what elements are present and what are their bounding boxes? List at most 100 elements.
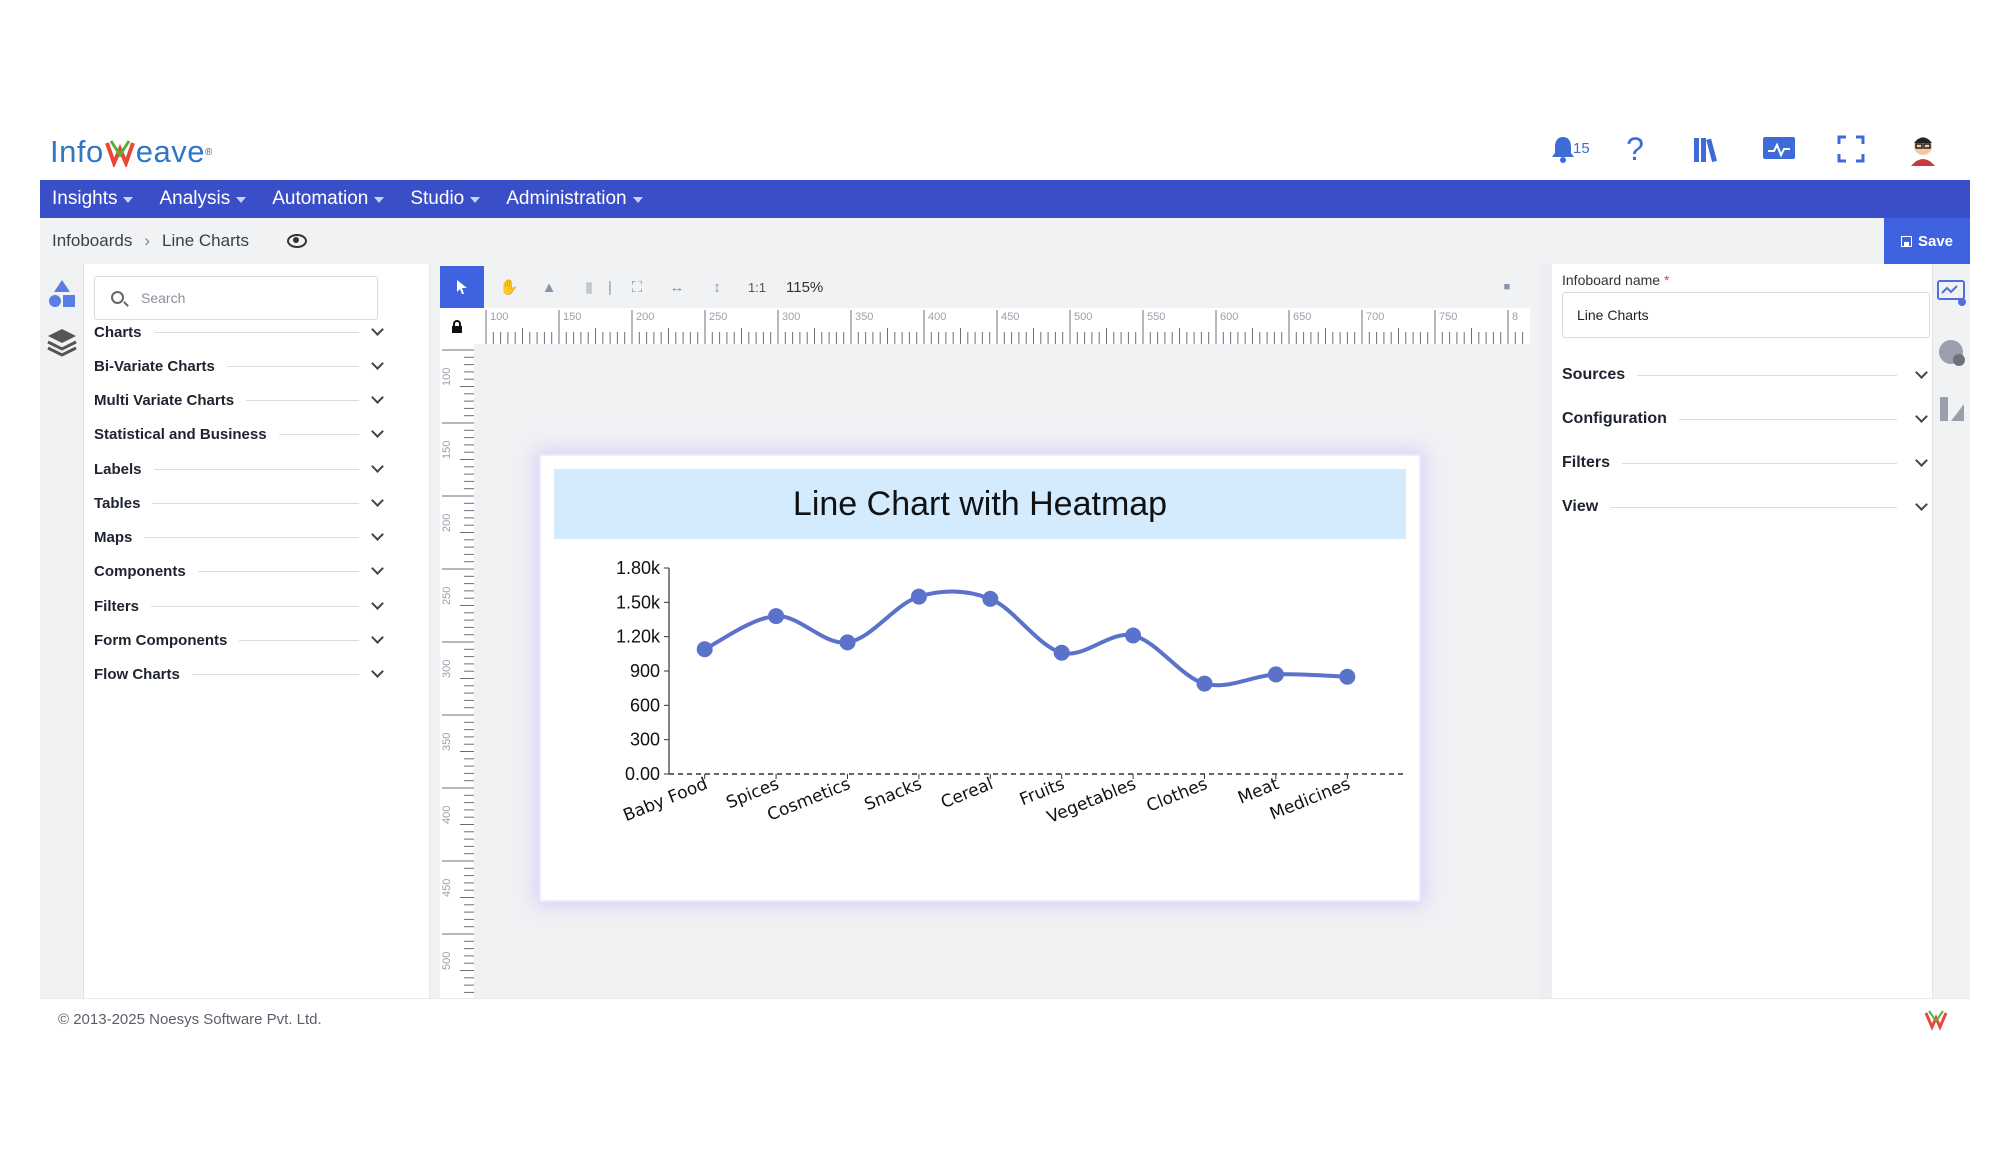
ruler-lock-icon[interactable] bbox=[440, 308, 474, 344]
category-bi-variate-charts[interactable]: Bi-Variate Charts bbox=[94, 351, 386, 381]
shapes-tool-icon[interactable]: ▲ bbox=[534, 272, 564, 302]
category-filters[interactable]: Filters bbox=[94, 591, 386, 621]
infoboard-name-label: Infoboard name * bbox=[1562, 272, 1669, 288]
chevron-down-icon bbox=[371, 357, 384, 370]
nav-label: Analysis bbox=[159, 188, 231, 209]
category-form-components[interactable]: Form Components bbox=[94, 625, 386, 655]
category-label: Maps bbox=[94, 528, 133, 546]
category-label: Form Components bbox=[94, 631, 228, 649]
delete-icon[interactable]: ▮ bbox=[574, 272, 604, 302]
section-label: Filters bbox=[1562, 454, 1611, 471]
fit-width-icon[interactable]: ↔ bbox=[662, 272, 692, 302]
section-configuration[interactable]: Configuration bbox=[1562, 404, 1930, 434]
nav-label: Studio bbox=[410, 188, 465, 209]
data-point[interactable] bbox=[768, 608, 785, 625]
actual-size-button[interactable]: 1:1 bbox=[742, 272, 772, 302]
nav-studio[interactable]: Studio bbox=[410, 188, 481, 210]
preview-eye-icon[interactable] bbox=[286, 234, 307, 248]
chevron-down-icon bbox=[371, 323, 384, 336]
ruler-label: 500 bbox=[1074, 311, 1092, 323]
chevron-down-icon bbox=[371, 597, 384, 610]
nav-automation[interactable]: Automation bbox=[272, 188, 385, 210]
layers-icon[interactable] bbox=[46, 326, 78, 358]
section-sources[interactable]: Sources bbox=[1562, 360, 1930, 390]
ruler-label: 8 bbox=[1512, 311, 1518, 323]
category-components[interactable]: Components bbox=[94, 556, 386, 586]
data-point[interactable] bbox=[1125, 627, 1142, 644]
ruler-label: 200 bbox=[441, 514, 453, 532]
vertical-ruler: 100 150 200 250 300 350 400 450 500 bbox=[440, 344, 474, 998]
select-tool-button[interactable] bbox=[440, 266, 484, 308]
data-point[interactable] bbox=[1339, 668, 1356, 685]
data-point[interactable] bbox=[910, 588, 927, 605]
data-point[interactable] bbox=[1267, 666, 1284, 683]
fit-screen-icon[interactable]: ⛶ bbox=[622, 272, 652, 302]
category-label: Filters bbox=[94, 597, 140, 615]
data-point[interactable] bbox=[696, 641, 713, 658]
help-icon[interactable]: ? bbox=[1618, 131, 1652, 167]
chevron-down-icon bbox=[371, 494, 384, 507]
chevron-down-icon bbox=[371, 425, 384, 438]
category-charts[interactable]: Charts bbox=[94, 317, 386, 347]
infoweave-logo[interactable]: Info eave ® bbox=[50, 130, 213, 174]
zoom-level[interactable]: 115% bbox=[786, 279, 823, 296]
help-small-icon[interactable]: ■ bbox=[1492, 272, 1522, 302]
x-tick-label: Snacks bbox=[862, 774, 925, 815]
breadcrumb-root[interactable]: Infoboards bbox=[52, 231, 132, 251]
category-statistical-business[interactable]: Statistical and Business bbox=[94, 419, 386, 449]
y-tick-label: 600 bbox=[630, 695, 660, 715]
data-point[interactable] bbox=[1196, 675, 1213, 692]
ruler-label: 400 bbox=[928, 311, 946, 323]
panel-splitter[interactable] bbox=[1540, 264, 1552, 998]
chevron-down-icon bbox=[371, 631, 384, 644]
data-point[interactable] bbox=[982, 590, 999, 607]
section-view[interactable]: View bbox=[1562, 492, 1930, 522]
label-text: Infoboard name bbox=[1562, 272, 1661, 288]
category-label: Labels bbox=[94, 460, 142, 478]
category-maps[interactable]: Maps bbox=[94, 522, 386, 552]
ruler-label: 400 bbox=[441, 806, 453, 824]
infoboard-name-input[interactable]: Line Charts bbox=[1562, 292, 1930, 338]
category-flow-charts[interactable]: Flow Charts bbox=[94, 659, 386, 689]
caret-down-icon bbox=[123, 197, 134, 203]
required-mark: * bbox=[1663, 272, 1670, 288]
chevron-down-icon bbox=[1915, 498, 1928, 511]
category-label: Components bbox=[94, 562, 186, 580]
category-tables[interactable]: Tables bbox=[94, 488, 386, 518]
left-rail bbox=[40, 264, 84, 998]
library-icon[interactable] bbox=[1690, 132, 1724, 166]
fullscreen-icon[interactable] bbox=[1834, 132, 1868, 166]
section-filters[interactable]: Filters bbox=[1562, 448, 1930, 478]
section-label: Sources bbox=[1562, 366, 1626, 383]
search-input[interactable]: Search bbox=[94, 276, 378, 320]
nav-analysis[interactable]: Analysis bbox=[159, 188, 247, 210]
nav-label: Automation bbox=[272, 188, 369, 209]
properties-icon[interactable] bbox=[1937, 278, 1967, 308]
data-point[interactable] bbox=[1053, 644, 1070, 661]
pan-hand-icon[interactable]: ✋ bbox=[494, 272, 524, 302]
category-label: Multi Variate Charts bbox=[94, 391, 235, 409]
save-button[interactable]: Save bbox=[1884, 218, 1970, 264]
search-icon bbox=[111, 291, 124, 304]
line-chart-widget[interactable]: Line Chart with Heatmap 0.00 300 600 900 1.2… bbox=[539, 454, 1421, 902]
bell-icon[interactable]: 15 bbox=[1546, 132, 1590, 166]
fit-height-icon[interactable]: ↕ bbox=[702, 272, 732, 302]
monitor-icon[interactable] bbox=[1762, 132, 1796, 166]
category-multi-variate-charts[interactable]: Multi Variate Charts bbox=[94, 385, 386, 415]
ruler-label: 450 bbox=[441, 879, 453, 897]
x-tick-label: Medicines bbox=[1267, 774, 1353, 824]
format-brush-icon[interactable] bbox=[1937, 394, 1967, 424]
category-labels[interactable]: Labels bbox=[94, 454, 386, 484]
canvas-stage[interactable]: Line Chart with Heatmap 0.00 300 600 900 1.2… bbox=[474, 344, 1530, 998]
category-label: Statistical and Business bbox=[94, 425, 267, 443]
nav-administration[interactable]: Administration bbox=[506, 188, 643, 210]
user-avatar[interactable] bbox=[1906, 132, 1940, 166]
right-rail bbox=[1932, 264, 1970, 998]
y-tick-label: 1.20k bbox=[616, 627, 661, 647]
shapes-icon[interactable] bbox=[46, 278, 78, 310]
app-window: Info eave ® 15 ? Insights Analysis Autom… bbox=[40, 120, 1970, 1040]
data-point[interactable] bbox=[839, 634, 856, 651]
theme-palette-icon[interactable] bbox=[1937, 338, 1967, 368]
y-tick-label: 1.50k bbox=[616, 592, 661, 612]
nav-insights[interactable]: Insights bbox=[52, 188, 134, 210]
